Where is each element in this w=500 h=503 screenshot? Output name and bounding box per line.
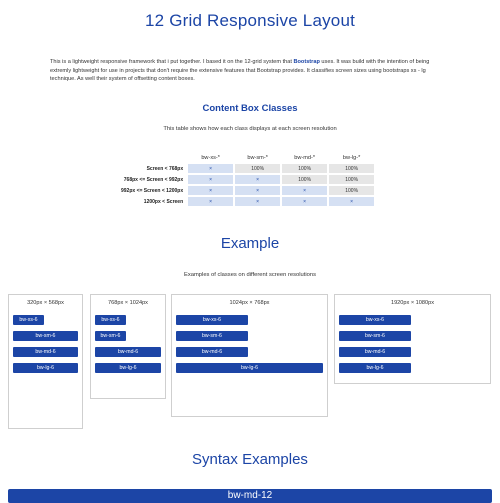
grid-block: bw-md-6 [95,347,161,357]
panel-resolution-label: 1024px × 768px [229,300,270,306]
page-title: 12 Grid Responsive Layout [144,11,356,30]
bootstrap-link[interactable]: Bootstrap [293,59,319,65]
demo-panel-mobile: 320px × 568px bw-xs-6 bw-sm-6 bw-md-6 bw-lg-… [8,294,83,429]
table-cell: × [188,197,234,206]
table-cell: × [188,186,234,195]
table-row: 992px <= Screen < 1200px × × × 100% [120,186,375,195]
demo-panel-desktop: 1920px × 1080px bw-xs-6 bw-sm-6 bw-md-6 bw-l… [334,294,491,384]
column-header: bw-md-* [294,154,316,161]
column-header: bw-xs-* [201,154,220,161]
grid-block: bw-md-6 [339,347,411,357]
table-cell: × [282,186,328,195]
table-cell: 100% [282,164,328,173]
grid-block: bw-lg-6 [13,363,78,373]
table-header-row: bw-xs-* bw-sm-* bw-md-* bw-lg-* [120,153,374,162]
content-box-heading: Content Box Classes [202,103,298,114]
grid-block: bw-xs-6 [339,315,411,325]
grid-block: bw-md-6 [176,347,248,357]
table-cell: 100% [329,164,375,173]
row-label: Screen < 768px [146,165,184,172]
example-description: Examples of classes on different screen … [183,272,316,278]
table-cell: 100% [235,164,281,173]
table-cell: × [188,164,234,173]
demo-panel-laptop: 1024px × 768px bw-xs-6 bw-sm-6 bw-md-6 bw-lg… [171,294,328,417]
table-cell: × [282,197,328,206]
panel-resolution-label: 768px × 1024px [108,300,148,306]
example-heading: Example [220,235,280,252]
intro-paragraph: This is a lightweight responsive framewo… [50,58,450,84]
table-cell: × [235,175,281,184]
table-cell: 100% [329,175,375,184]
grid-block: bw-xs-6 [13,315,44,325]
syntax-heading: Syntax Examples [192,451,308,468]
syntax-example-bar: bw-md-12 [8,489,492,503]
table-cell: × [329,197,375,206]
table-cell: × [235,186,281,195]
grid-block: bw-xs-6 [95,315,126,325]
table-row: 768px <= Screen < 992px × × 100% 100% [120,175,375,184]
table-cell: × [235,197,281,206]
grid-block: bw-sm-6 [339,331,411,341]
table-cell: 100% [282,175,328,184]
grid-block: bw-xs-6 [176,315,248,325]
intro-text-start: This is a lightweight responsive framewo… [50,59,294,65]
grid-block: bw-lg-6 [95,363,161,373]
row-label: 768px <= Screen < 992px [123,176,184,183]
row-label: 992px <= Screen < 1200px [121,187,184,194]
column-header: bw-sm-* [247,154,268,161]
table-cell: 100% [329,186,375,195]
panel-resolution-label: 1920px × 1080px [390,300,435,306]
table-corner [120,153,186,162]
grid-block: bw-lg-6 [339,363,411,373]
table-row: 1200px < Screen × × × × [120,197,375,206]
grid-block: bw-md-6 [13,347,78,357]
column-header: bw-lg-* [342,154,361,161]
content-box-description: This table shows how each class displays… [163,126,337,132]
panel-resolution-label: 320px × 568px [27,300,64,306]
table-row: Screen < 768px × 100% 100% 100% [120,164,375,173]
class-table: bw-xs-* bw-sm-* bw-md-* bw-lg-* Screen <… [118,151,376,208]
grid-block: bw-sm-6 [13,331,78,341]
grid-block: bw-sm-6 [176,331,248,341]
grid-block: bw-lg-6 [176,363,323,373]
table-cell: × [188,175,234,184]
demo-panel-tablet: 768px × 1024px bw-xs-6 bw-sm-6 bw-md-6 bw-lg… [90,294,166,399]
grid-block: bw-sm-6 [95,331,126,341]
row-label: 1200px < Screen [143,198,184,205]
